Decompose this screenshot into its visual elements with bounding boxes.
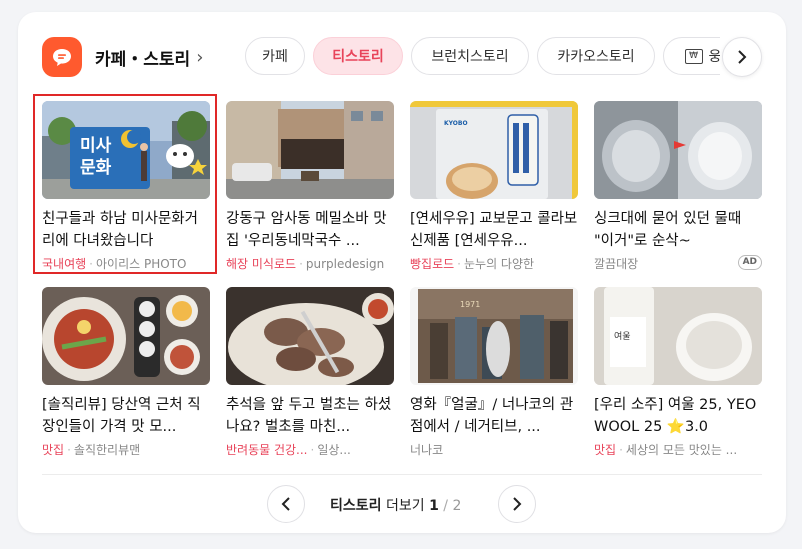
tab-tistory[interactable]: 티스토리 <box>313 37 403 75</box>
thumbnail-image[interactable] <box>226 287 394 385</box>
item-title[interactable]: [연세우유] 교보문고 콜라보 신제품 [연세우유... <box>410 208 578 252</box>
more-label: 더보기 <box>385 498 425 514</box>
thumbnail-image[interactable] <box>42 287 210 385</box>
divider <box>42 474 762 475</box>
ad-badge: AD <box>737 255 762 270</box>
chevron-right-icon: › <box>196 47 204 68</box>
thumbnail-image[interactable]: 1971 <box>410 287 578 385</box>
tab-more[interactable]: ₩ 웅 <box>663 37 720 75</box>
tab-bar: 카페 티스토리 브런치스토리 카카오스토리 ₩ 웅 <box>245 37 720 77</box>
chevron-right-icon <box>738 50 747 64</box>
tab-kakao-story[interactable]: 카카오스토리 <box>537 37 655 75</box>
list-item[interactable]: [솔직리뷰] 당산역 근처 직장인들이 가격 맛 모... 맛집 · 솔직한리뷰맨 <box>42 287 210 458</box>
item-source[interactable]: 너나코 <box>410 443 443 457</box>
item-source[interactable]: 세상의 모든 맛있는 ... <box>626 443 737 457</box>
chat-bubble-icon <box>53 49 71 66</box>
svg-text:KYOBO: KYOBO <box>444 120 468 127</box>
item-category[interactable]: 해장 미식로드 <box>226 257 296 271</box>
item-source[interactable]: 일상... <box>317 443 351 457</box>
thumbnail-image[interactable] <box>594 101 762 199</box>
svg-text:여울: 여울 <box>614 330 631 342</box>
item-category[interactable]: 맛집 <box>42 443 64 457</box>
item-meta: 너나코 <box>410 441 578 458</box>
item-source[interactable]: 눈누의 다양한 <box>464 257 534 271</box>
svg-text:1971: 1971 <box>460 300 480 309</box>
selection-highlight <box>33 94 217 274</box>
list-item[interactable]: 1971 영화『얼굴』/ 너나코의 관점에서 / 네거티브, ... 너나코 <box>410 287 578 458</box>
item-meta: 빵집로드 · 눈누의 다양한 <box>410 257 535 271</box>
item-title[interactable]: 추석을 앞 두고 벌초는 하셨나요? 벌초를 마친... <box>226 394 394 438</box>
tab-brunch-story[interactable]: 브런치스토리 <box>411 37 529 75</box>
pagination-source: 티스토리 <box>330 498 382 514</box>
item-source[interactable]: 솔직한리뷰맨 <box>74 443 140 457</box>
item-meta: 맛집 · 세상의 모든 맛있는 ... <box>594 443 738 457</box>
list-item[interactable]: KYOBO [연세우유] 교보문고 콜라보 신제품 [연세우유... 빵집로드 ·… <box>410 101 578 272</box>
item-title[interactable]: [우리 소주] 여울 25, YEOWOOL 25 ⭐3.0 <box>594 394 762 438</box>
page-separator: / <box>443 498 448 514</box>
current-page: 1 <box>429 498 439 514</box>
item-meta: 반려동물 건강... · 일상... <box>226 443 351 457</box>
item-title[interactable]: [솔직리뷰] 당산역 근처 직장인들이 가격 맛 모... <box>42 394 210 438</box>
list-item[interactable]: 여울 [우리 소주] 여울 25, YEOWOOL 25 ⭐3.0 맛집 · 세상의… <box>594 287 762 458</box>
tabs-next-button[interactable] <box>722 37 762 77</box>
thumbnail-image[interactable] <box>226 101 394 199</box>
thumbnail-image[interactable]: 여울 <box>594 287 762 385</box>
next-page-button[interactable] <box>498 485 536 523</box>
item-title[interactable]: 영화『얼굴』/ 너나코의 관점에서 / 네거티브, ... <box>410 394 578 438</box>
item-title[interactable]: 싱크대에 묻어 있던 물때 "이거"로 순삭~ <box>594 208 762 252</box>
prev-page-button[interactable] <box>267 485 305 523</box>
won-icon: ₩ <box>684 48 703 64</box>
tab-cafe[interactable]: 카페 <box>245 37 305 75</box>
list-item[interactable]: 싱크대에 묻어 있던 물때 "이거"로 순삭~ 깔끔대장 AD <box>594 101 762 272</box>
item-meta: 깔끔대장 AD <box>594 255 762 272</box>
item-category[interactable]: 빵집로드 <box>410 257 454 271</box>
total-pages: 2 <box>452 498 462 514</box>
list-item[interactable]: 강동구 암사동 메밀소바 맛집 '우리동네막국수 ... 해장 미식로드 · pur… <box>226 101 394 272</box>
chevron-left-icon <box>281 497 290 511</box>
item-source[interactable]: purpledesign <box>306 257 384 271</box>
item-category[interactable]: 맛집 <box>594 443 616 457</box>
thumbnail-image[interactable]: KYOBO <box>410 101 578 199</box>
pagination: 티스토리 더보기 1 / 2 <box>0 485 802 525</box>
item-meta: 맛집 · 솔직한리뷰맨 <box>42 443 141 457</box>
pagination-label[interactable]: 티스토리 더보기 1 / 2 <box>330 495 461 515</box>
section-title-text: 카페・스토리 <box>95 50 191 70</box>
item-category[interactable]: 반려동물 건강... <box>226 443 308 457</box>
item-title[interactable]: 강동구 암사동 메밀소바 맛집 '우리동네막국수 ... <box>226 208 394 252</box>
item-meta: 해장 미식로드 · purpledesign <box>226 257 385 271</box>
list-item[interactable]: 추석을 앞 두고 벌초는 하셨나요? 벌초를 마친... 반려동물 건강... ·… <box>226 287 394 458</box>
item-source[interactable]: 깔끔대장 <box>594 257 638 271</box>
section-title[interactable]: 카페・스토리 › <box>95 45 203 70</box>
cafe-story-logo[interactable] <box>42 37 82 77</box>
chevron-right-icon <box>513 497 522 511</box>
